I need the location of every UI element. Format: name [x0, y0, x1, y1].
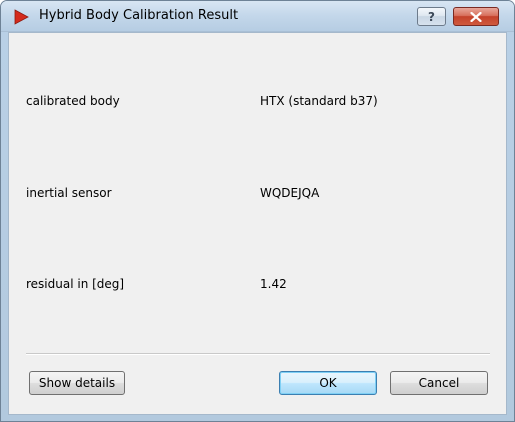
help-icon: ? [428, 9, 435, 24]
dialog-content: calibrated body HTX (standard b37) inert… [8, 32, 507, 415]
residual-value: 1.42 [260, 277, 287, 291]
show-details-button[interactable]: Show details [29, 371, 125, 395]
app-play-icon [14, 9, 29, 25]
calibrated-body-value: HTX (standard b37) [260, 94, 378, 108]
cancel-button[interactable]: Cancel [390, 371, 488, 395]
close-icon [470, 11, 482, 22]
inertial-sensor-value: WQDEJQA [260, 186, 320, 200]
inertial-sensor-label: inertial sensor [26, 186, 112, 200]
close-button[interactable] [453, 7, 499, 26]
window-title: Hybrid Body Calibration Result [39, 8, 239, 23]
help-button[interactable]: ? [417, 7, 446, 26]
dialog-window: Hybrid Body Calibration Result ? calibra… [0, 0, 515, 422]
title-bar[interactable]: Hybrid Body Calibration Result ? [1, 1, 514, 32]
residual-label: residual in [deg] [26, 277, 125, 291]
button-separator [26, 353, 490, 355]
calibrated-body-label: calibrated body [26, 94, 120, 108]
ok-button[interactable]: OK [279, 371, 377, 395]
